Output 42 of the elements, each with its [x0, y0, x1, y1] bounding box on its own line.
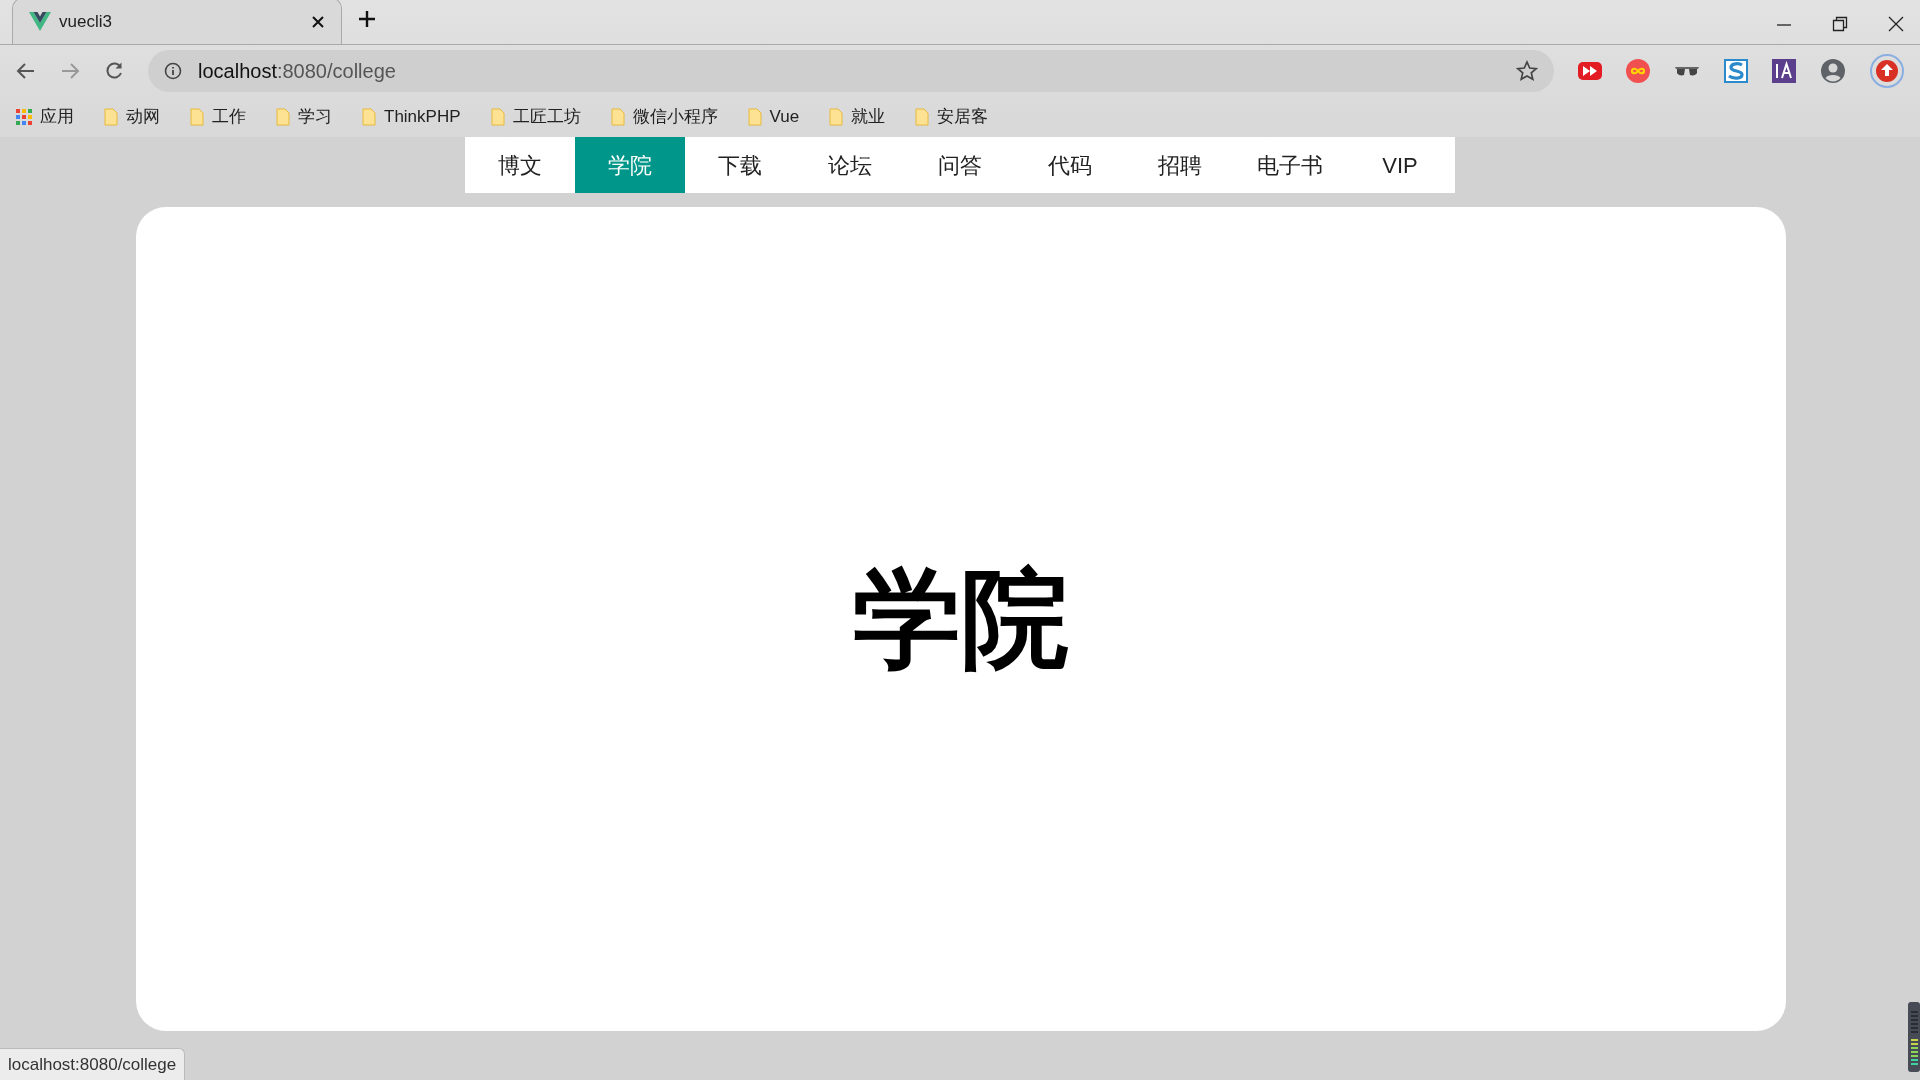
bookmark-link[interactable]: ThinkPHP — [384, 104, 461, 130]
star-icon[interactable] — [1516, 60, 1538, 82]
folder-icon — [190, 108, 204, 126]
bookmark-link[interactable]: 就业 — [851, 104, 886, 130]
browser-tab[interactable]: vuecli3 — [12, 0, 342, 44]
apps-grid-icon — [16, 109, 32, 125]
fast-forward-icon[interactable] — [1578, 62, 1602, 80]
vue-logo-icon — [29, 12, 51, 31]
bookmark-link[interactable]: 学习 — [298, 104, 332, 130]
folder-icon — [915, 108, 930, 126]
folder-icon — [104, 108, 118, 126]
infinity-icon[interactable] — [1626, 59, 1650, 83]
bookmark-link[interactable]: 应用 — [40, 104, 74, 130]
folder-icon — [362, 108, 376, 126]
info-icon[interactable] — [164, 62, 182, 80]
bookmark-link[interactable]: 工作 — [212, 104, 246, 130]
reload-button[interactable] — [104, 61, 124, 81]
upload-icon[interactable] — [1870, 54, 1904, 88]
new-tab-icon[interactable] — [358, 10, 376, 28]
status-bar-url: localhost:8080/college — [0, 1047, 186, 1080]
ia-logo-icon[interactable] — [1772, 59, 1796, 83]
close-icon[interactable] — [311, 14, 325, 29]
back-button[interactable] — [16, 61, 36, 81]
close-icon[interactable] — [1888, 16, 1904, 32]
bookmark-link[interactable]: 工匠工坊 — [512, 104, 581, 130]
nav-tab[interactable]: 学院 — [575, 137, 685, 193]
bookmark-link[interactable]: 动网 — [126, 104, 160, 130]
restore-icon[interactable] — [1832, 16, 1848, 32]
s-logo-icon[interactable] — [1724, 59, 1748, 83]
account-icon[interactable] — [1820, 58, 1846, 84]
audio-meter-drawing — [1908, 1002, 1920, 1072]
folder-icon — [276, 108, 290, 126]
page-heading: 学院 — [853, 557, 1069, 681]
bookmark-link[interactable]: 微信小程序 — [632, 104, 718, 130]
folder-icon — [829, 108, 844, 126]
folder-icon — [747, 108, 762, 126]
bookmark-link[interactable]: 安居客 — [937, 104, 989, 130]
sunglasses-icon[interactable] — [1674, 64, 1700, 78]
folder-icon — [490, 108, 505, 126]
tab-title: vuecli3 — [59, 10, 113, 33]
folder-icon — [610, 108, 625, 126]
bookmark-link[interactable]: Vue — [769, 104, 800, 130]
